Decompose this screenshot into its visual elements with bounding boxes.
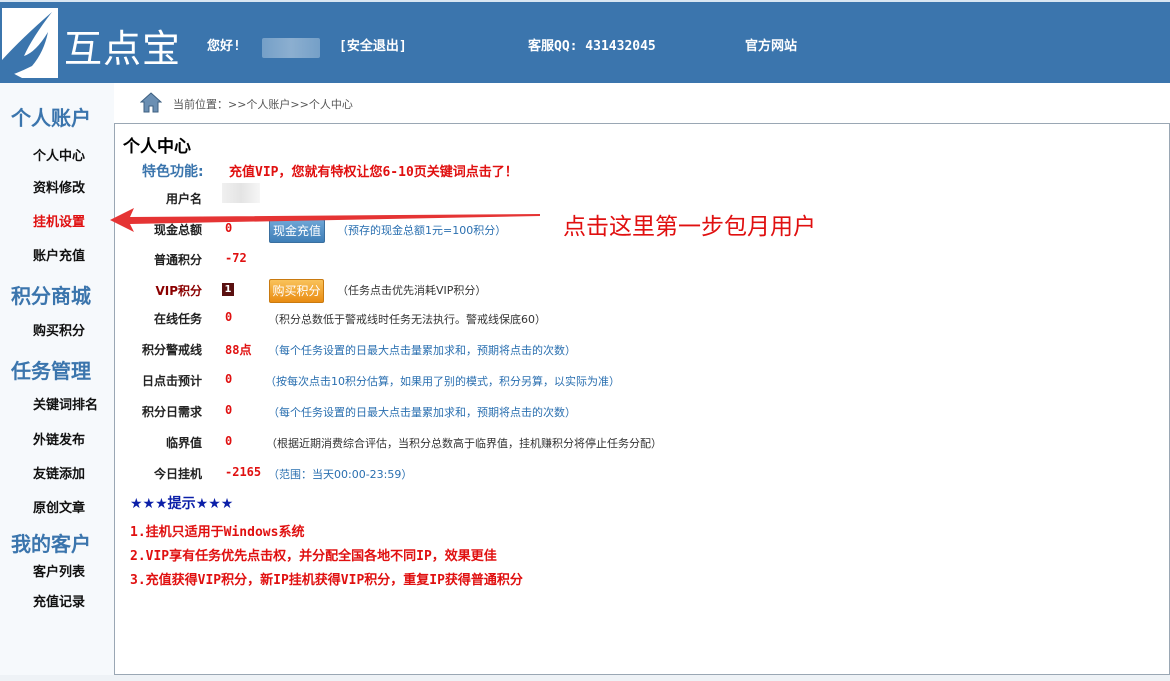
threshold-label: 临界值	[165, 436, 202, 450]
vip-points-label: VIP积分	[155, 284, 202, 298]
vip-points-value: 1	[222, 283, 234, 296]
today-hangup-value: -2165	[225, 465, 262, 479]
sidebar-item-external-links[interactable]: 外链发布	[33, 429, 85, 448]
greeting-text: 您好!	[207, 39, 241, 54]
daily-click-estimate-label: 日点击预计	[141, 374, 202, 388]
home-icon[interactable]	[139, 91, 163, 117]
username-value-blurred	[222, 183, 260, 203]
logout-link[interactable]: [安全退出]	[339, 35, 407, 54]
normal-points-label: 普通积分	[153, 253, 202, 267]
annotation-text: 点击这里第一步包月用户	[563, 214, 816, 240]
sidebar-section-task-management: 任务管理	[11, 359, 91, 383]
feature-label: 特色功能:	[142, 164, 204, 180]
vip-points-note: （任务点击优先消耗VIP积分）	[337, 284, 487, 297]
logo-text: 互点宝	[64, 27, 182, 71]
threshold-note: （根据近期消费综合评估，当积分总数高于临界值，挂机赚积分将停止任务分配）	[266, 437, 662, 450]
sidebar-item-keyword-ranking[interactable]: 关键词排名	[33, 394, 98, 413]
tip-item: 1.挂机只适用于Windows系统	[130, 525, 305, 540]
service-qq-text: 客服QQ: 431432045	[528, 39, 656, 54]
threshold-value: 0	[225, 434, 233, 448]
sidebar-item-hangup-settings[interactable]: 挂机设置	[33, 211, 85, 230]
sidebar-section-my-customers: 我的客户	[11, 532, 91, 556]
online-tasks-value: 0	[225, 310, 233, 324]
tip-item: 3.充值获得VIP积分，新IP挂机获得VIP积分，重复IP获得普通积分	[130, 573, 523, 588]
header-top-line	[0, 0, 1170, 2]
footer-strip	[0, 675, 1170, 681]
username-blurred	[262, 38, 320, 58]
sidebar-item-friend-links[interactable]: 友链添加	[33, 463, 85, 482]
sidebar-section-points-mall: 积分商城	[11, 284, 91, 308]
daily-points-demand-value: 0	[225, 403, 233, 417]
tip-item: 2.VIP享有任务优先点击权，并分配全国各地不同IP，效果更佳	[130, 549, 497, 564]
official-site-link[interactable]: 官方网站	[745, 35, 797, 54]
sidebar-item-profile-edit[interactable]: 资料修改	[33, 177, 85, 196]
normal-points-value: -72	[225, 251, 247, 265]
online-tasks-label: 在线任务	[153, 312, 202, 326]
points-warning-line-note: （每个任务设置的日最大点击量累加求和，预期将点击的次数）	[268, 344, 576, 357]
buy-points-button[interactable]: 购买积分	[269, 279, 324, 303]
sidebar-item-customer-list[interactable]: 客户列表	[33, 561, 85, 580]
sidebar-item-buy-points[interactable]: 购买积分	[33, 320, 85, 339]
feature-text: 充值VIP，您就有特权让您6-10页关键词点击了！	[229, 165, 518, 180]
sidebar-item-personal-center[interactable]: 个人中心	[33, 145, 85, 164]
tips-title: ★★★提示★★★	[130, 496, 234, 512]
daily-points-demand-label: 积分日需求	[141, 405, 202, 419]
points-warning-line-label: 积分警戒线	[141, 343, 202, 357]
top-header: 互点宝 您好! [安全退出] 客服QQ: 431432045 官方网站	[0, 0, 1170, 83]
online-tasks-note: （积分总数低于警戒线时任务无法执行。警戒线保底60）	[268, 313, 546, 326]
annotation-arrow-icon	[108, 205, 548, 239]
sidebar-item-recharge-records[interactable]: 充值记录	[33, 591, 85, 610]
daily-click-estimate-note: （按每次点击10积分估算，如果用了别的模式，积分另算，以实际为准）	[265, 375, 620, 388]
points-warning-line-value: 88点	[225, 343, 252, 357]
logo-icon	[2, 8, 58, 78]
breadcrumb: 当前位置：>>个人账户>>个人中心	[173, 98, 353, 111]
sidebar-item-account-recharge[interactable]: 账户充值	[33, 245, 85, 264]
daily-points-demand-note: （每个任务设置的日最大点击量累加求和，预期将点击的次数）	[268, 406, 576, 419]
sidebar-item-original-articles[interactable]: 原创文章	[33, 497, 85, 516]
today-hangup-note: （范围：当天00:00-23:59）	[268, 468, 413, 481]
sidebar-section-account: 个人账户	[11, 106, 91, 130]
page-title: 个人中心	[123, 137, 191, 157]
daily-click-estimate-value: 0	[225, 372, 233, 386]
today-hangup-label: 今日挂机	[153, 467, 202, 481]
